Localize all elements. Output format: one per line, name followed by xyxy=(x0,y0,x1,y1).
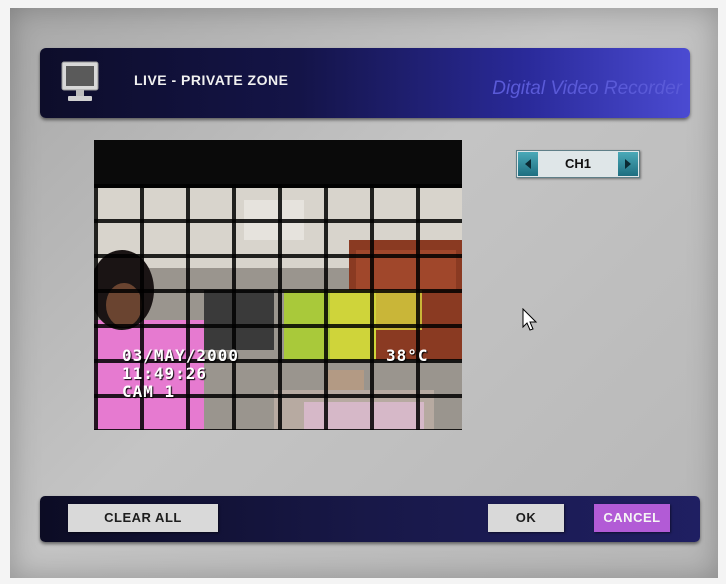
live-video-view[interactable]: 03/MAY/2000 11:49:26 CAM 1 38°C xyxy=(94,140,462,430)
osd-temperature: 38°C xyxy=(386,346,429,365)
monitor-icon xyxy=(61,61,99,101)
dvr-screen: LIVE - PRIVATE ZONE Digital Video Record… xyxy=(10,8,718,578)
osd-camera: CAM 1 xyxy=(122,382,176,401)
footer-bar: CLEAR ALL OK CANCEL xyxy=(40,496,700,542)
triangle-left-icon xyxy=(525,159,531,169)
page-title: LIVE - PRIVATE ZONE xyxy=(134,72,289,88)
channel-next-button[interactable] xyxy=(618,152,638,176)
channel-selector[interactable]: CH1 xyxy=(516,150,640,178)
osd-time: 11:49:26 xyxy=(122,364,208,383)
brand-label: Digital Video Recorder xyxy=(492,78,682,99)
osd-date: 03/MAY/2000 xyxy=(122,346,239,365)
header-bar: LIVE - PRIVATE ZONE Digital Video Record… xyxy=(40,48,690,118)
clear-all-button[interactable]: CLEAR ALL xyxy=(68,504,218,532)
channel-value: CH1 xyxy=(564,156,591,171)
channel-prev-button[interactable] xyxy=(518,152,538,176)
triangle-right-icon xyxy=(625,159,631,169)
cancel-button[interactable]: CANCEL xyxy=(594,504,670,532)
mouse-cursor-icon xyxy=(522,308,538,331)
ok-button[interactable]: OK xyxy=(488,504,564,532)
